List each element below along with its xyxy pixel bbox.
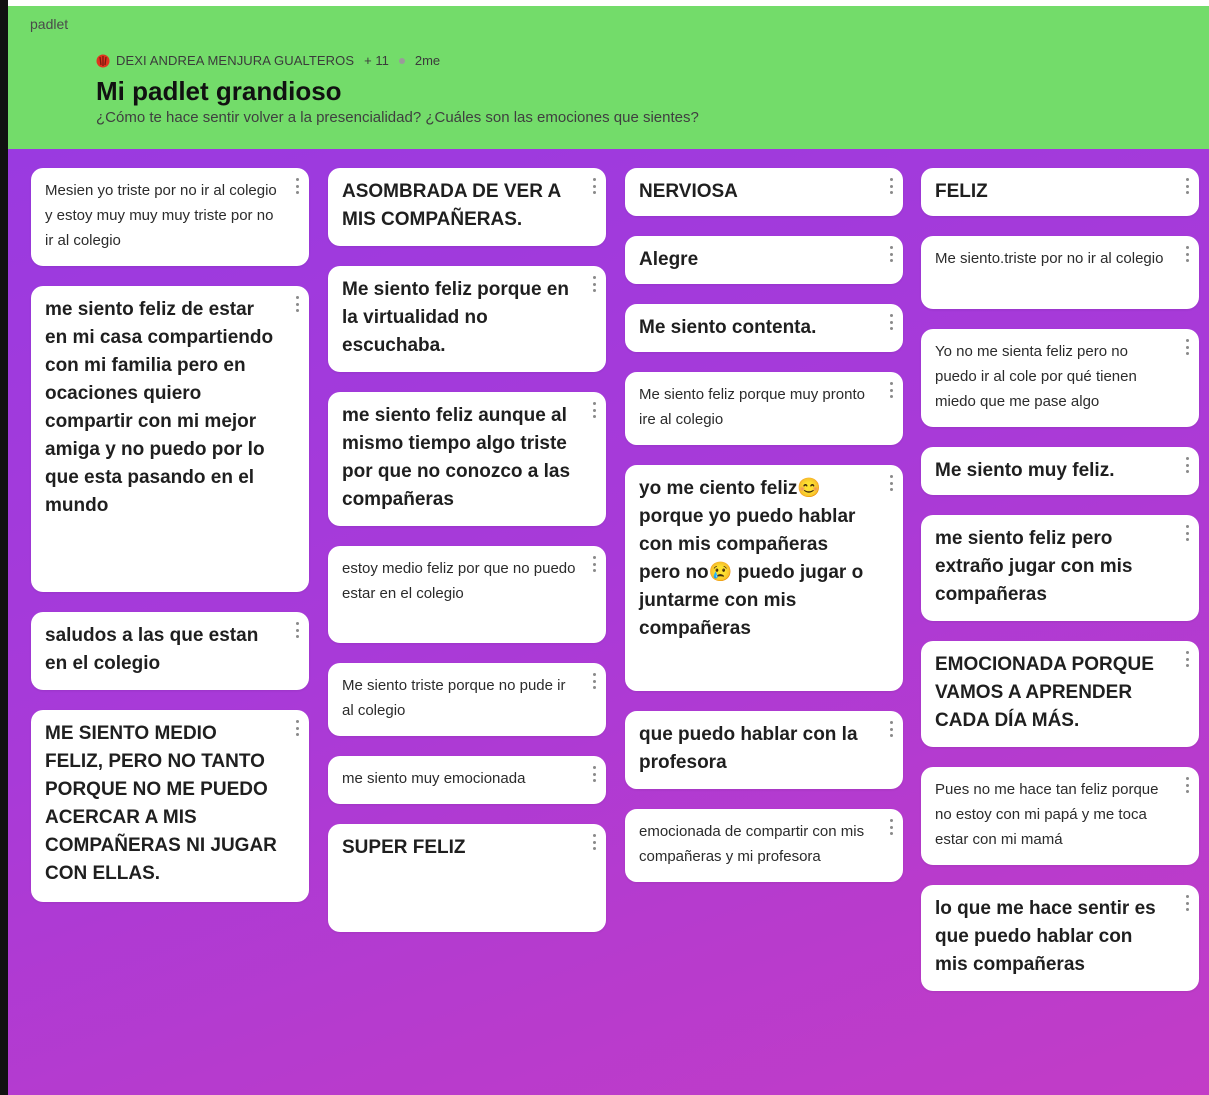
post-menu-icon[interactable] xyxy=(889,721,893,737)
post-text: EMOCIONADA PORQUE VAMOS A APRENDER CADA … xyxy=(935,654,1160,731)
post-card[interactable]: EMOCIONADA PORQUE VAMOS A APRENDER CADA … xyxy=(921,641,1199,747)
post-text: Mesien yo triste por no ir al colegio y … xyxy=(45,182,281,249)
page-title: Mi padlet grandioso xyxy=(96,76,342,106)
post-menu-icon[interactable] xyxy=(592,673,596,689)
post-text: me siento muy emocionada xyxy=(342,770,526,787)
post-text: saludos a las que estan en el colegio xyxy=(45,625,264,674)
author-avatar-icon[interactable] xyxy=(96,54,110,68)
post-text: lo que me hace sentir es que puedo habla… xyxy=(935,898,1161,975)
post-text: me siento feliz de estar en mi casa comp… xyxy=(45,299,279,516)
post-text: estoy medio feliz por que no puedo estar… xyxy=(342,560,580,602)
separator-dot xyxy=(398,57,405,64)
post-card[interactable]: me siento feliz de estar en mi casa comp… xyxy=(31,286,309,592)
post-card[interactable]: Mesien yo triste por no ir al colegio y … xyxy=(31,168,309,266)
post-card[interactable]: Me siento triste porque no pude ir al co… xyxy=(328,663,606,736)
post-menu-icon[interactable] xyxy=(1185,339,1189,355)
post-menu-icon[interactable] xyxy=(295,296,299,312)
post-menu-icon[interactable] xyxy=(889,475,893,491)
padlet-wall: Mesien yo triste por no ir al colegio y … xyxy=(8,149,1209,1095)
post-menu-icon[interactable] xyxy=(889,246,893,262)
post-menu-icon[interactable] xyxy=(1185,777,1189,793)
post-card[interactable]: me siento feliz aunque al mismo tiempo a… xyxy=(328,392,606,526)
post-card[interactable]: yo me ciento feliz😊 porque yo puedo habl… xyxy=(625,465,903,691)
post-text: Me siento contenta. xyxy=(639,317,817,338)
post-menu-icon[interactable] xyxy=(295,178,299,194)
post-card[interactable]: ASOMBRADA DE VER A MIS COMPAÑERAS. xyxy=(328,168,606,246)
author-meta: DEXI ANDREA MENJURA GUALTEROS + 11 2me xyxy=(96,53,440,68)
post-card[interactable]: Me siento muy feliz. xyxy=(921,447,1199,495)
post-card[interactable]: Me siento.triste por no ir al colegio xyxy=(921,236,1199,309)
post-menu-icon[interactable] xyxy=(1185,178,1189,194)
post-text: Me siento muy feliz. xyxy=(935,460,1115,481)
post-menu-icon[interactable] xyxy=(295,720,299,736)
post-text: Me siento triste porque no pude ir al co… xyxy=(342,677,570,719)
post-card[interactable]: NERVIOSA xyxy=(625,168,903,216)
post-menu-icon[interactable] xyxy=(1185,246,1189,262)
post-text: NERVIOSA xyxy=(639,181,738,202)
post-text: que puedo hablar con la profesora xyxy=(639,724,863,773)
post-menu-icon[interactable] xyxy=(889,178,893,194)
post-card[interactable]: saludos a las que estan en el colegio xyxy=(31,612,309,690)
post-card[interactable]: estoy medio feliz por que no puedo estar… xyxy=(328,546,606,643)
author-name[interactable]: DEXI ANDREA MENJURA GUALTEROS xyxy=(116,53,354,68)
wall-column-1: Mesien yo triste por no ir al colegio y … xyxy=(31,168,309,922)
modified-time: 2me xyxy=(414,53,441,68)
post-text: Me siento feliz porque muy pronto ire al… xyxy=(639,386,870,428)
wall-column-2: ASOMBRADA DE VER A MIS COMPAÑERAS. Me sie… xyxy=(328,168,606,952)
post-card[interactable]: me siento feliz pero extraño jugar con m… xyxy=(921,515,1199,621)
padlet-header: padlet DEXI ANDREA MENJURA GUALTEROS + 1… xyxy=(8,6,1209,149)
post-menu-icon[interactable] xyxy=(592,766,596,782)
post-text: Me siento feliz porque en la virtualidad… xyxy=(342,279,575,356)
post-text: emocionada de compartir con mis compañer… xyxy=(639,823,869,865)
post-card[interactable]: Alegre xyxy=(625,236,903,284)
post-card[interactable]: me siento muy emocionada xyxy=(328,756,606,804)
post-card[interactable]: Me siento feliz porque muy pronto ire al… xyxy=(625,372,903,445)
post-card[interactable]: Yo no me sienta feliz pero no puedo ir a… xyxy=(921,329,1199,427)
post-menu-icon[interactable] xyxy=(295,622,299,638)
padlet-logo[interactable]: padlet xyxy=(30,16,68,32)
page-subtitle: ¿Cómo te hace sentir volver a la presenc… xyxy=(96,109,699,126)
post-text: Alegre xyxy=(639,249,699,270)
post-menu-icon[interactable] xyxy=(1185,895,1189,911)
post-text: Pues no me hace tan feliz porque no esto… xyxy=(935,781,1163,848)
post-menu-icon[interactable] xyxy=(592,402,596,418)
post-menu-icon[interactable] xyxy=(889,382,893,398)
post-card[interactable]: Me siento contenta. xyxy=(625,304,903,352)
post-card[interactable]: que puedo hablar con la profesora xyxy=(625,711,903,789)
post-card[interactable]: SUPER FELIZ xyxy=(328,824,606,932)
post-text: me siento feliz aunque al mismo tiempo a… xyxy=(342,405,576,510)
post-menu-icon[interactable] xyxy=(592,276,596,292)
post-menu-icon[interactable] xyxy=(889,819,893,835)
post-text: yo me ciento feliz😊 porque yo puedo habl… xyxy=(639,478,869,639)
wall-column-3: NERVIOSA Alegre Me siento contenta. Me sien… xyxy=(625,168,903,902)
post-card[interactable]: lo que me hace sentir es que puedo habla… xyxy=(921,885,1199,991)
post-menu-icon[interactable] xyxy=(592,178,596,194)
post-menu-icon[interactable] xyxy=(889,314,893,330)
post-text: Yo no me sienta feliz pero no puedo ir a… xyxy=(935,343,1141,410)
post-text: SUPER FELIZ xyxy=(342,837,466,858)
post-text: me siento feliz pero extraño jugar con m… xyxy=(935,528,1138,605)
post-menu-icon[interactable] xyxy=(1185,457,1189,473)
post-menu-icon[interactable] xyxy=(1185,651,1189,667)
post-text: ME SIENTO MEDIO FELIZ, PERO NO TANTO POR… xyxy=(45,723,283,884)
post-card[interactable]: Me siento feliz porque en la virtualidad… xyxy=(328,266,606,372)
post-text: Me siento.triste por no ir al colegio xyxy=(935,250,1164,267)
post-menu-icon[interactable] xyxy=(592,556,596,572)
post-card[interactable]: ME SIENTO MEDIO FELIZ, PERO NO TANTO POR… xyxy=(31,710,309,902)
post-text: ASOMBRADA DE VER A MIS COMPAÑERAS. xyxy=(342,181,566,230)
wall-column-4: FELIZ Me siento.triste por no ir al coleg… xyxy=(921,168,1199,1011)
post-text: FELIZ xyxy=(935,181,988,202)
contributors-count[interactable]: + 11 xyxy=(364,53,389,68)
post-menu-icon[interactable] xyxy=(1185,525,1189,541)
post-menu-icon[interactable] xyxy=(592,834,596,850)
post-card[interactable]: FELIZ xyxy=(921,168,1199,216)
post-card[interactable]: Pues no me hace tan feliz porque no esto… xyxy=(921,767,1199,865)
window-edge xyxy=(0,0,8,1095)
post-card[interactable]: emocionada de compartir con mis compañer… xyxy=(625,809,903,882)
